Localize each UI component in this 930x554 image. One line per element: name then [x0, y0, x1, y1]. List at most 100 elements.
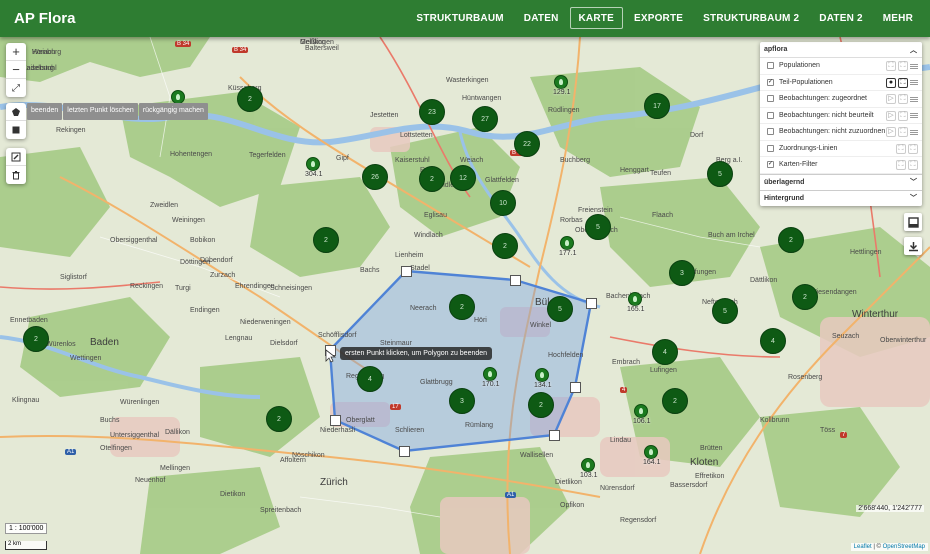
draw-finish-button[interactable]: beenden — [27, 103, 63, 120]
drag-handle-icon[interactable] — [910, 63, 918, 69]
draw-undo-button[interactable]: rückgängig machen — [138, 103, 208, 120]
teilpop-cluster[interactable]: 2 — [492, 233, 518, 259]
teilpop-cluster[interactable]: 2 — [449, 294, 475, 320]
polygon-vertex-handle[interactable] — [401, 266, 412, 277]
population-marker[interactable] — [628, 292, 642, 306]
layer-checkbox[interactable]: ✓ — [767, 161, 774, 169]
nav-karte[interactable]: KARTE — [569, 7, 623, 29]
nav-daten[interactable]: DATEN — [515, 7, 568, 29]
map-view[interactable]: HornburgGeißlingenKadelburgRekingenKüssa… — [0, 37, 930, 554]
teilpop-cluster[interactable]: 3 — [449, 388, 475, 414]
population-marker[interactable] — [644, 445, 658, 459]
teilpop-cluster[interactable]: 17 — [644, 93, 670, 119]
teilpop-cluster[interactable]: 4 — [652, 339, 678, 365]
teilpop-cluster[interactable]: 5 — [707, 161, 733, 187]
population-marker[interactable] — [535, 368, 549, 382]
population-marker[interactable] — [581, 458, 595, 472]
teilpop-cluster[interactable]: 2 — [23, 326, 49, 352]
layer-checkbox[interactable] — [767, 144, 774, 152]
draw-delete-last-point-button[interactable]: letzten Punkt löschen — [63, 103, 138, 120]
draw-polygon-button[interactable] — [6, 103, 26, 121]
layer-checkbox[interactable] — [767, 128, 774, 136]
zoom-to-layer-icon[interactable]: ⛶ — [886, 61, 896, 71]
apflora-layers-header[interactable]: apflora ︿ — [760, 42, 922, 58]
layer-checkbox[interactable] — [767, 62, 774, 70]
population-marker[interactable] — [560, 236, 574, 250]
edit-layers-button[interactable] — [6, 148, 26, 166]
teilpop-cluster[interactable]: 5 — [585, 214, 611, 240]
nav-strukturbaum[interactable]: STRUKTURBAUM — [407, 7, 512, 29]
population-marker[interactable] — [306, 157, 320, 171]
scale-ratio[interactable]: 1 : 100'000 — [5, 523, 48, 534]
nav-exporte[interactable]: EXPORTE — [625, 7, 692, 29]
select-icon[interactable]: ⛶ — [898, 77, 908, 88]
highlight-icon[interactable]: ⛶ — [898, 61, 908, 71]
nav-strukturbaum-2[interactable]: STRUKTURBAUM 2 — [694, 7, 808, 29]
leaflet-link[interactable]: Leaflet — [854, 544, 872, 550]
polygon-vertex-handle[interactable] — [330, 415, 341, 426]
trash-icon — [12, 171, 20, 180]
polygon-vertex-handle[interactable] — [510, 275, 521, 286]
play-icon[interactable]: ▷ — [886, 110, 896, 121]
zoom-to-layer-icon[interactable]: ⛶ — [898, 94, 908, 104]
zoom-to-layer-icon[interactable]: ⛶ — [896, 143, 906, 154]
background-layers-header[interactable]: Hintergrund ﹀ — [760, 189, 922, 206]
teilpop-cluster[interactable]: 23 — [419, 99, 445, 125]
teilpop-cluster[interactable]: 12 — [450, 165, 476, 191]
population-marker[interactable] — [634, 404, 648, 418]
layer-checkbox[interactable] — [767, 95, 774, 103]
drag-handle-icon[interactable] — [910, 80, 918, 85]
teilpop-cluster[interactable]: 2 — [778, 227, 804, 253]
polygon-vertex-handle[interactable] — [549, 430, 560, 441]
teilpop-cluster[interactable]: 2 — [266, 406, 292, 432]
zoom-to-layer-icon[interactable]: ⛶ — [898, 127, 908, 137]
teilpop-cluster[interactable]: 4 — [760, 328, 786, 354]
app-title[interactable]: AP Flora — [14, 10, 75, 27]
zoom-to-layer-icon[interactable]: ⛶ — [896, 160, 906, 170]
population-marker[interactable] — [554, 75, 568, 89]
highlight-icon[interactable]: ⛶ — [908, 160, 918, 170]
draw-rectangle-button[interactable] — [6, 121, 26, 139]
zoom-in-button[interactable]: + — [6, 43, 26, 61]
polygon-vertex-handle[interactable] — [399, 446, 410, 457]
teilpop-cluster[interactable]: 10 — [490, 190, 516, 216]
osm-link[interactable]: OpenStreetMap — [883, 544, 925, 550]
teilpop-cluster[interactable]: 2 — [313, 227, 339, 253]
polygon-vertex-handle[interactable] — [586, 298, 597, 309]
place-label: Dietikon — [220, 491, 246, 498]
play-icon[interactable]: ▷ — [886, 127, 896, 137]
fullscreen-button[interactable]: ⤢ — [6, 79, 26, 97]
nav-daten-2[interactable]: DATEN 2 — [810, 7, 871, 29]
drag-handle-icon[interactable] — [910, 113, 918, 118]
polygon-vertex-handle[interactable] — [570, 382, 581, 393]
teilpop-cluster[interactable]: 26 — [362, 164, 388, 190]
teilpop-cluster[interactable]: 4 — [357, 366, 383, 392]
teilpop-cluster[interactable]: 2 — [528, 392, 554, 418]
teilpop-cluster[interactable]: 2 — [237, 86, 263, 112]
marker-icon[interactable]: ● — [886, 77, 896, 88]
zoom-out-button[interactable]: − — [6, 61, 26, 79]
drag-handle-icon[interactable] — [910, 129, 918, 135]
population-marker[interactable] — [483, 367, 497, 381]
layer-checkbox[interactable] — [767, 111, 774, 119]
place-label: Obersiggenthal — [110, 237, 158, 244]
delete-layers-button[interactable] — [6, 166, 26, 184]
teilpop-cluster[interactable]: 27 — [472, 106, 498, 132]
population-marker[interactable] — [171, 90, 185, 104]
highlight-icon[interactable]: ⛶ — [908, 143, 918, 154]
teilpop-cluster[interactable]: 22 — [514, 131, 540, 157]
nav-mehr[interactable]: MEHR — [874, 7, 922, 29]
layer-checkbox[interactable]: ✓ — [767, 78, 774, 86]
teilpop-cluster[interactable]: 5 — [712, 298, 738, 324]
overlay-layers-header[interactable]: überlagernd ﹀ — [760, 173, 922, 190]
teilpop-cluster[interactable]: 2 — [419, 166, 445, 192]
drag-handle-icon[interactable] — [910, 96, 918, 102]
export-map-button[interactable] — [904, 237, 922, 255]
teilpop-cluster[interactable]: 5 — [547, 296, 573, 322]
teilpop-cluster[interactable]: 2 — [662, 388, 688, 414]
play-icon[interactable]: ▷ — [886, 94, 896, 104]
layer-toggle-button[interactable] — [904, 213, 922, 231]
teilpop-cluster[interactable]: 3 — [669, 260, 695, 286]
zoom-to-layer-icon[interactable]: ⛶ — [898, 110, 908, 121]
teilpop-cluster[interactable]: 2 — [792, 284, 818, 310]
